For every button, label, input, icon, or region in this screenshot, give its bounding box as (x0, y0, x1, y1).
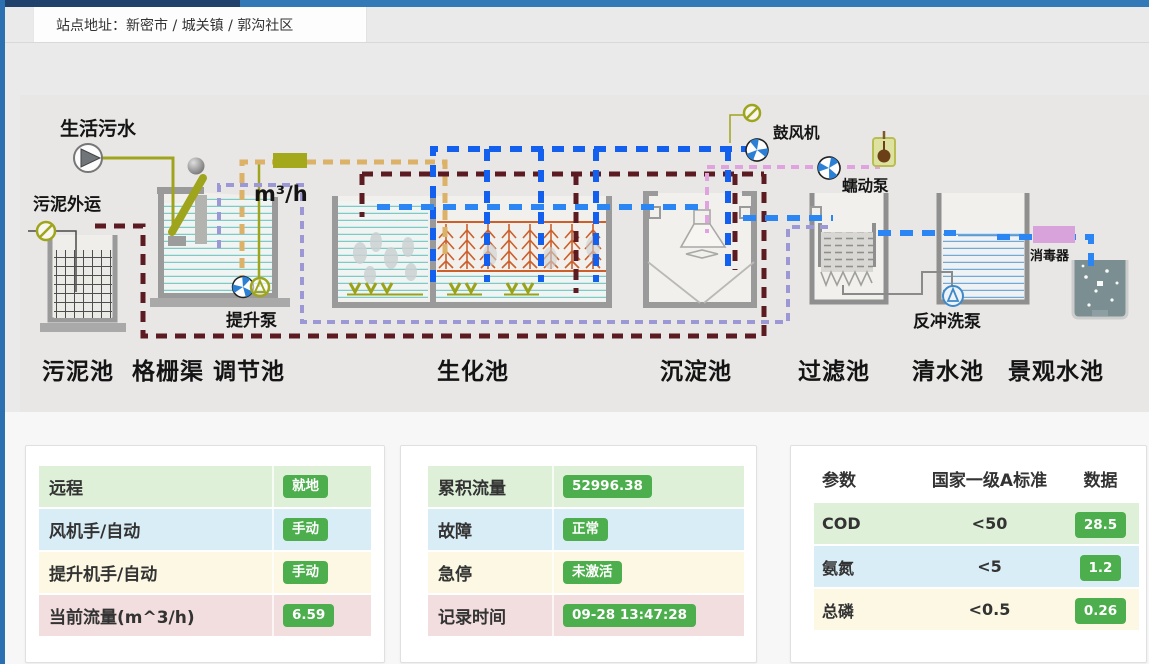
row-label: 故障 (428, 509, 552, 550)
top-bar (5, 0, 1149, 7)
param-standard: <50 (917, 514, 1062, 533)
status-badge: 未激活 (563, 561, 622, 585)
param-name: 总磷 (814, 598, 917, 622)
tank-filter (811, 193, 886, 302)
table-row: 当前流量(m^3/h) 6.59 (39, 595, 371, 638)
site-address-label: 站点地址：新密市 / 城关镇 / 郭沟社区 (56, 15, 293, 35)
label-tank-landscape-pool: 景观水池 (1008, 359, 1104, 385)
param-standard: <0.5 (917, 600, 1062, 619)
value-badge: 1.2 (1080, 555, 1122, 581)
disinfector-unit (1033, 226, 1075, 243)
status-table: 累积流量 52996.38 故障 正常 急停 未激活 记录时间 09-28 13… (428, 466, 744, 638)
label-tank-filter: 过滤池 (798, 359, 870, 385)
sewage-pump-icon (74, 144, 102, 172)
pipe-blower-valve (730, 115, 744, 143)
process-flow-diagram: 生活污水 污泥外运 m³/h 提升泵 鼓风机 蠕动泵 消毒器 反冲洗泵 污泥池 … (20, 95, 1149, 412)
column-header-param: 参数 (814, 466, 917, 491)
dosing-container-icon (873, 131, 895, 166)
blower-fan-icon (743, 136, 771, 163)
tank-sedimentation (643, 191, 757, 305)
label-sludge-out: 污泥外运 (33, 194, 101, 215)
label-disinfector: 消毒器 (1030, 248, 1070, 264)
table-row: 氨氮 <5 1.2 (814, 546, 1139, 589)
status-badge: 就地 (283, 475, 328, 499)
label-blower: 鼓风机 (773, 123, 820, 142)
value-badge: 28.5 (1075, 512, 1126, 538)
label-tank-regulating: 调节池 (213, 359, 285, 385)
column-header-data: 数据 (1062, 466, 1139, 491)
label-sewage-inlet: 生活污水 (60, 117, 137, 140)
value-badge: 6.59 (283, 604, 334, 628)
param-name: COD (814, 514, 917, 533)
label-tank-biochemical: 生化池 (437, 358, 509, 385)
quality-table: 参数 国家一级A标准 数据 COD <50 28.5 氨氮 <5 1.2 总磷 … (814, 460, 1139, 632)
row-label: 提升机手/自动 (39, 552, 272, 593)
status-badge: 正常 (563, 518, 608, 542)
row-label: 累积流量 (428, 466, 552, 507)
status-panel-card: 累积流量 52996.38 故障 正常 急停 未激活 记录时间 09-28 13… (400, 445, 757, 663)
row-label: 急停 (428, 552, 552, 593)
header-strip: 站点地址：新密市 / 城关镇 / 郭沟社区 (5, 7, 1149, 43)
label-flow-unit: m³/h (254, 182, 308, 206)
table-row: 风机手/自动 手动 (39, 509, 371, 552)
row-label: 记录时间 (428, 595, 552, 636)
tank-sludge (40, 235, 126, 332)
control-panel-card: 远程 就地 风机手/自动 手动 提升机手/自动 手动 当前流量(m^3/h) 6… (25, 445, 385, 663)
value-badge: 52996.38 (563, 475, 652, 499)
param-name: 氨氮 (814, 555, 917, 579)
value-badge: 0.26 (1075, 598, 1126, 624)
water-quality-card: 参数 国家一级A标准 数据 COD <50 28.5 氨氮 <5 1.2 总磷 … (790, 445, 1147, 663)
flow-meter (273, 153, 307, 168)
table-row: 记录时间 09-28 13:47:28 (428, 595, 744, 638)
tank-biochemical (335, 196, 609, 305)
process-flow-svg: 生活污水 污泥外运 m³/h 提升泵 鼓风机 蠕动泵 消毒器 反冲洗泵 污泥池 … (20, 95, 1149, 412)
sludge-valve-icon (37, 222, 55, 240)
table-row: 提升机手/自动 手动 (39, 552, 371, 595)
label-backwash-pump: 反冲洗泵 (913, 311, 981, 332)
label-tank-clean-water: 清水池 (912, 359, 984, 385)
table-row: COD <50 28.5 (814, 503, 1139, 546)
table-row: 累积流量 52996.38 (428, 466, 744, 509)
table-row: 故障 正常 (428, 509, 744, 552)
status-badge: 手动 (283, 561, 328, 585)
label-lift-pump: 提升泵 (226, 311, 277, 331)
tank-landscape-pool (1073, 260, 1127, 318)
backwash-pump-icon (943, 286, 963, 306)
param-standard: <5 (917, 557, 1062, 576)
column-header-standard: 国家一级A标准 (917, 466, 1062, 491)
row-label: 当前流量(m^3/h) (39, 595, 272, 636)
status-badge: 手动 (283, 518, 328, 542)
control-table: 远程 就地 风机手/自动 手动 提升机手/自动 手动 当前流量(m^3/h) 6… (39, 466, 371, 638)
quality-table-header: 参数 国家一级A标准 数据 (814, 460, 1139, 496)
screen-drive-ball (188, 158, 205, 175)
label-peristaltic-pump: 蠕动泵 (842, 176, 889, 195)
blower-valve-icon (744, 105, 760, 121)
peristaltic-pump-fan-icon (813, 152, 845, 183)
table-row: 总磷 <0.5 0.26 (814, 589, 1139, 632)
label-tank-sludge: 污泥池 (42, 359, 114, 385)
label-tank-grid-channel: 格栅渠 (132, 358, 204, 385)
top-bar-accent (5, 0, 240, 7)
breadcrumb: 站点地址：新密市 / 城关镇 / 郭沟社区 (33, 7, 367, 42)
lift-pump-icon (251, 278, 269, 296)
label-tank-sedimentation: 沉淀池 (660, 358, 732, 385)
table-row: 远程 就地 (39, 466, 371, 509)
table-row: 急停 未激活 (428, 552, 744, 595)
row-label: 风机手/自动 (39, 509, 272, 550)
timestamp-badge: 09-28 13:47:28 (563, 604, 696, 628)
row-label: 远程 (39, 466, 272, 507)
